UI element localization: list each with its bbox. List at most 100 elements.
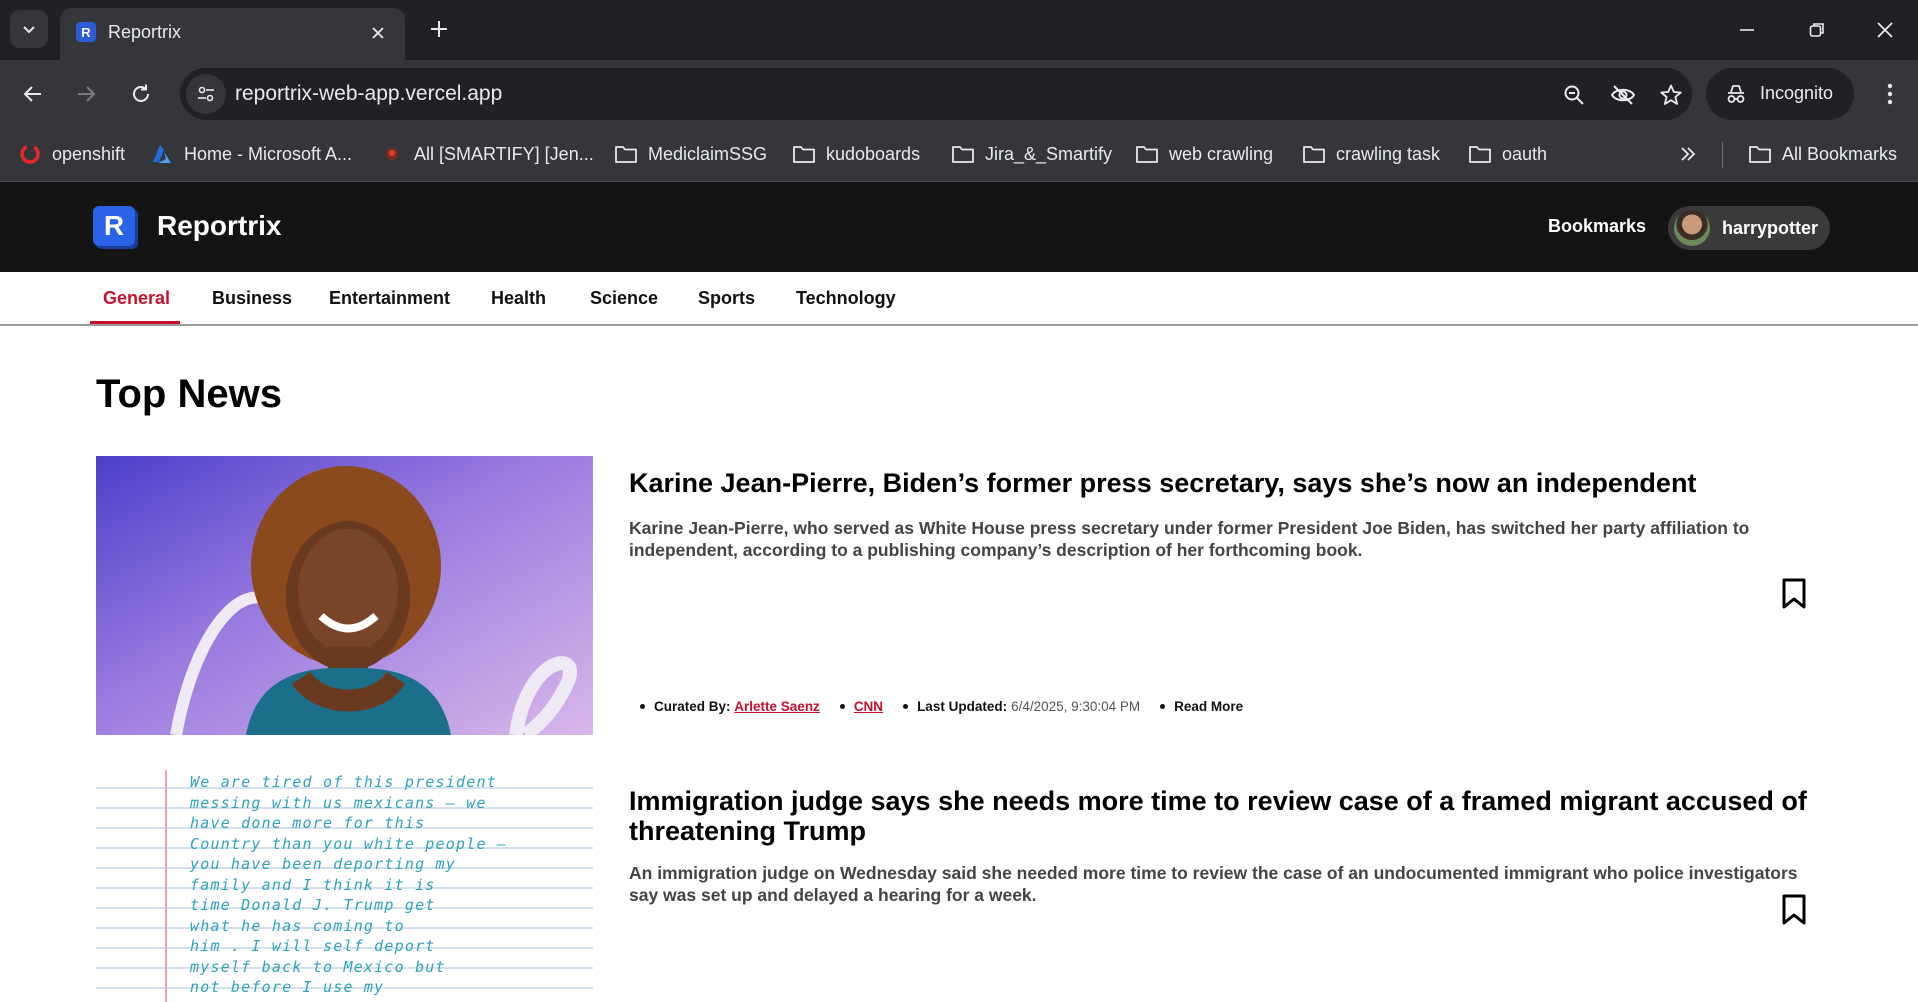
restore-icon [1809, 23, 1824, 37]
category-tab-science[interactable]: Science [590, 288, 658, 309]
article-card: Karine Jean-Pierre, Biden’s former press… [96, 456, 1826, 736]
reload-icon [133, 84, 149, 102]
plus-icon [431, 21, 447, 37]
close-icon [372, 27, 384, 39]
avatar [1674, 210, 1710, 246]
openshift-icon [18, 142, 42, 166]
bookmark-web-crawling[interactable]: web crawling [1135, 140, 1273, 168]
more-vert-icon [1887, 83, 1893, 105]
tab-close-button[interactable] [365, 20, 391, 46]
curated-by-label: Curated By: [654, 699, 731, 714]
all-bookmarks-button[interactable]: All Bookmarks [1748, 140, 1897, 168]
star-icon [1660, 84, 1682, 105]
bookmark-label: MediclaimSSG [648, 143, 768, 164]
minimize-icon [1740, 29, 1754, 31]
article-image[interactable] [96, 456, 593, 735]
back-arrow-icon [23, 86, 41, 102]
folder-icon [1135, 142, 1159, 166]
category-tab-health[interactable]: Health [491, 288, 546, 309]
article-image[interactable]: We are tired of this president messing w… [96, 770, 593, 1002]
user-menu-button[interactable]: harrypotter [1668, 206, 1830, 250]
site-header: R Reportrix Bookmarks harrypotter [0, 182, 1918, 272]
double-chevron-right-icon [1681, 147, 1696, 161]
category-tab-sports[interactable]: Sports [698, 288, 755, 309]
category-tab-general[interactable]: General [103, 288, 170, 309]
close-icon [1877, 22, 1893, 38]
author-link[interactable]: Arlette Saenz [734, 699, 820, 714]
bookmark-jenkins[interactable]: All [SMARTIFY] [Jen... [380, 140, 594, 168]
site-info-button[interactable] [186, 74, 226, 114]
bullet [640, 704, 645, 709]
bullet [1160, 704, 1166, 709]
category-nav: General Business Entertainment Health Sc… [0, 272, 1918, 326]
source-link[interactable]: CNN [854, 699, 883, 714]
tracking-protection-button[interactable] [1608, 80, 1638, 110]
article-description: Karine Jean-Pierre, who served as White … [629, 518, 1750, 560]
active-tab-indicator [90, 321, 180, 324]
last-updated-label: Last Updated: [917, 699, 1008, 714]
browser-tab-bar: R Reportrix [0, 0, 1918, 60]
handwritten-note: We are tired of this president messing w… [190, 773, 508, 996]
bookmark-label: openshift [52, 143, 126, 164]
azure-icon [150, 142, 174, 166]
bullet [839, 704, 845, 709]
forward-button[interactable] [66, 74, 106, 114]
browser-menu-button[interactable] [1870, 74, 1910, 114]
bookmark-label: Jira_&_Smartify [985, 143, 1113, 164]
username: harrypotter [1722, 218, 1819, 238]
tab-title: Reportrix [108, 22, 182, 42]
bookmarks-divider [1722, 142, 1723, 168]
url-text[interactable]: reportrix-web-app.vercel.app [235, 82, 502, 106]
jenkins-icon [380, 142, 404, 166]
category-tab-entertainment[interactable]: Entertainment [329, 288, 450, 309]
reportrix-logo-icon[interactable]: R [93, 206, 135, 246]
folder-icon [1302, 142, 1326, 166]
bookmark-icon [1782, 894, 1806, 925]
bookmark-kudoboards[interactable]: kudoboards [792, 140, 920, 168]
article-title[interactable]: Immigration judge says she needs more ti… [629, 786, 1829, 846]
close-window-button[interactable] [1860, 10, 1910, 50]
chevron-down-icon [23, 26, 35, 34]
category-tab-business[interactable]: Business [212, 288, 292, 309]
bookmarks-link[interactable]: Bookmarks [1548, 216, 1646, 237]
bookmark-oauth[interactable]: oauth [1468, 140, 1547, 168]
incognito-badge[interactable]: Incognito [1706, 68, 1854, 120]
incognito-label: Incognito [1760, 83, 1834, 103]
back-button[interactable] [13, 74, 53, 114]
category-tab-technology[interactable]: Technology [796, 288, 896, 309]
bookmark-crawling-task[interactable]: crawling task [1302, 140, 1440, 168]
folder-icon [614, 142, 638, 166]
bullet [903, 704, 909, 709]
bookmark-microsoft-azure[interactable]: Home - Microsoft A... [150, 140, 352, 168]
bookmark-label: Home - Microsoft A... [184, 143, 353, 164]
bookmark-article-button[interactable] [1776, 576, 1812, 612]
article-card: We are tired of this president messing w… [96, 770, 1826, 1002]
bookmark-star-button[interactable] [1656, 80, 1686, 110]
zoom-icon [1564, 85, 1584, 105]
incognito-icon [1727, 85, 1745, 103]
tab-search-button[interactable] [10, 10, 48, 48]
zoom-button[interactable] [1559, 80, 1589, 110]
bookmark-mediclaimssg[interactable]: MediclaimSSG [614, 140, 767, 168]
bookmark-article-button[interactable] [1776, 892, 1812, 928]
bookmark-jira-smartify[interactable]: Jira_&_Smartify [951, 140, 1112, 168]
folder-icon [792, 142, 816, 166]
bookmark-icon [1782, 578, 1806, 609]
bookmarks-bar: openshift Home - Microsoft A... All [SMA… [0, 128, 1918, 182]
article-title[interactable]: Karine Jean-Pierre, Biden’s former press… [629, 468, 1829, 498]
article-meta: Curated By: Arlette Saenz CNN Last Updat… [640, 699, 1243, 714]
folder-icon [1748, 142, 1772, 166]
browser-tab[interactable]: R Reportrix [60, 8, 405, 60]
bookmark-openshift[interactable]: openshift [18, 140, 125, 168]
folder-icon [951, 142, 975, 166]
restore-button[interactable] [1792, 10, 1842, 50]
minimize-button[interactable] [1722, 10, 1772, 50]
read-more-link[interactable]: Read More [1174, 699, 1243, 714]
bookmark-label: crawling task [1336, 143, 1441, 164]
reload-button[interactable] [121, 74, 161, 114]
last-updated-value: 6/4/2025, 9:30:04 PM [1011, 699, 1141, 714]
brand-name[interactable]: Reportrix [157, 210, 281, 242]
new-tab-button[interactable] [422, 12, 456, 46]
address-bar[interactable]: reportrix-web-app.vercel.app [180, 68, 1692, 120]
bookmarks-overflow-button[interactable] [1678, 140, 1698, 168]
